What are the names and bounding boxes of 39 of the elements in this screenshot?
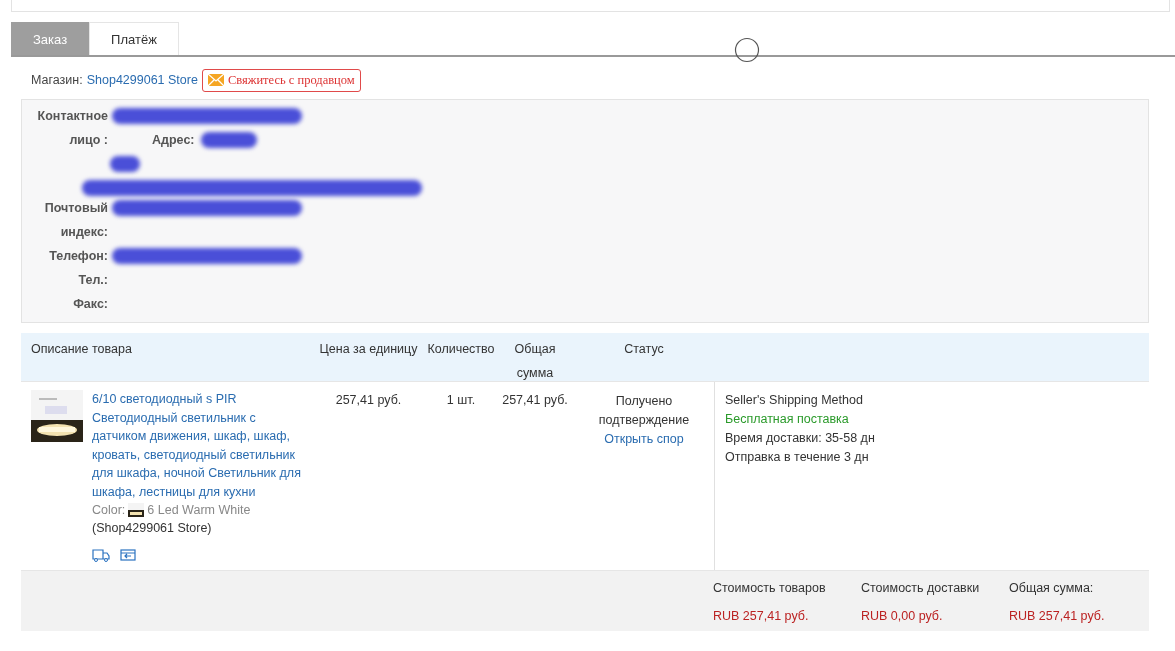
- shipping-info: Бесплатная поставка: [725, 411, 850, 428]
- product-link[interactable]: 6/10 светодиодный s PIR Светодиодный светильник с датчиком движения, шкаф, шкаф, кровать, светодиодный светильник для шкафа, ночной Светильник для шкафа, лестницы для кухни: [92, 390, 311, 501]
- field-label: Телефон:: [48, 248, 108, 265]
- shipping-info: Отправка в течение 3 дн: [725, 449, 870, 466]
- column-header: Описание товара: [30, 341, 133, 358]
- return-icon[interactable]: [120, 548, 136, 562]
- open-dispute-link[interactable]: Открыть спор: [574, 430, 714, 449]
- summary-value: RUB 257,41 руб.: [1009, 609, 1106, 623]
- shipping-info: Seller's Shipping Method: [725, 392, 864, 409]
- column-header: Количество: [426, 341, 496, 358]
- envelope-icon: [207, 74, 224, 86]
- column-header: Статус: [623, 341, 665, 358]
- summary-label: Стоимость товаров: [713, 580, 827, 597]
- status-text: Получено подтверждение: [597, 393, 691, 429]
- field-label: Факс:: [72, 296, 108, 313]
- store-name: (Shop4299061 Store): [92, 520, 213, 537]
- summary-label: Общая сумма:: [1009, 580, 1095, 597]
- table-cell-text: 257,41 руб.: [501, 392, 569, 409]
- color-label: Color:: [92, 502, 126, 519]
- summary-label: Стоимость доставки: [861, 580, 981, 597]
- field-label: Контактное лицо :: [36, 108, 108, 149]
- circle-icon: [734, 37, 760, 63]
- contact-seller-button[interactable]: Свяжитесь с продавцом: [201, 68, 361, 92]
- table-cell-text: 257,41 руб.: [334, 392, 403, 409]
- summary-value: RUB 0,00 руб.: [861, 609, 944, 623]
- column-header: Общая сумма: [513, 341, 557, 381]
- store-label: Магазин:: [31, 73, 83, 87]
- shipping-info: Время доставки: 35-58 дн: [725, 430, 876, 447]
- color-value: 6 Led Warm White: [147, 502, 251, 519]
- store-link[interactable]: Shop4299061 Store: [86, 73, 198, 87]
- field-label: Адрес:: [152, 133, 195, 147]
- table-cell-text: 1 шт.: [445, 392, 477, 409]
- redaction-mark: [110, 156, 140, 172]
- tab[interactable]: Платёж: [89, 22, 179, 55]
- field-label: Тел.:: [77, 272, 108, 289]
- column-header: Цена за единицу: [318, 341, 419, 358]
- summary-value: RUB 257,41 руб.: [713, 609, 810, 623]
- field-label: Почтовый индекс:: [43, 200, 108, 241]
- truck-icon[interactable]: [92, 548, 110, 562]
